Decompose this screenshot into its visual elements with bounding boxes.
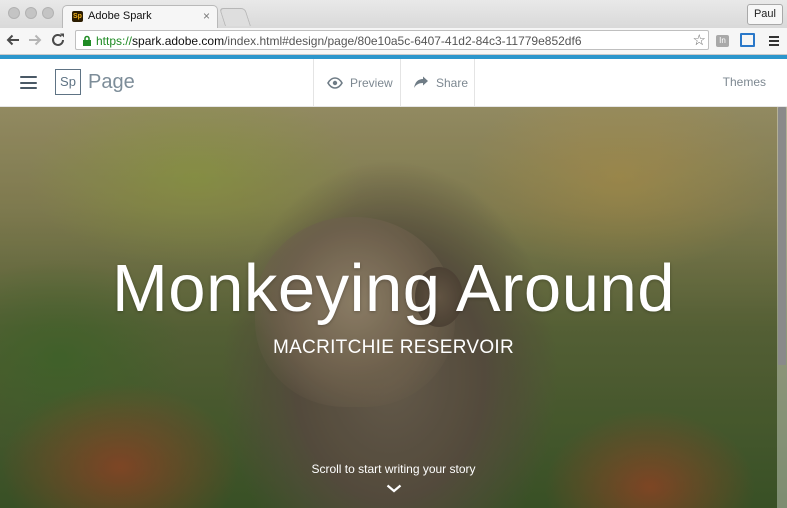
themes-button[interactable]: Themes	[723, 75, 766, 89]
divider	[474, 59, 475, 106]
browser-tab[interactable]: Sp Adobe Spark ×	[62, 5, 218, 28]
app-header: Sp Page Preview Share Themes	[0, 59, 787, 107]
preview-label: Preview	[350, 75, 393, 90]
url-scheme: https://	[96, 34, 133, 48]
bookmark-star-icon[interactable]: ☆	[693, 31, 706, 49]
scroll-hint: Scroll to start writing your story	[311, 462, 476, 476]
back-arrow-icon[interactable]	[4, 31, 22, 49]
scrollbar-thumb[interactable]	[778, 107, 786, 365]
browser-toolbar: https://spark.adobe.com/index.html#desig…	[0, 28, 787, 55]
chevron-down-icon[interactable]	[386, 484, 402, 493]
reload-icon[interactable]	[49, 31, 67, 49]
scrollbar[interactable]	[777, 107, 787, 508]
adobe-spark-favicon-icon: Sp	[72, 11, 83, 22]
share-arrow-icon	[414, 76, 428, 88]
hamburger-menu-icon[interactable]	[20, 76, 37, 89]
profile-button[interactable]: Paul	[746, 4, 783, 25]
divider	[400, 59, 401, 106]
hero-section[interactable]: Monkeying Around MACRITCHIE RESERVOIR Sc…	[0, 107, 787, 508]
divider	[313, 59, 314, 106]
cast-extension-icon[interactable]	[740, 33, 755, 47]
share-button[interactable]: Share	[413, 59, 468, 106]
product-name: Page	[88, 71, 135, 93]
eye-icon	[327, 76, 343, 89]
zoom-window-button[interactable]	[42, 7, 54, 19]
new-tab-button[interactable]	[219, 8, 251, 26]
page-subtitle[interactable]: MACRITCHIE RESERVOIR	[0, 337, 787, 359]
forward-arrow-icon[interactable]	[26, 31, 44, 49]
extension-in-icon[interactable]: In	[716, 35, 729, 47]
browser-menu-icon[interactable]	[768, 35, 780, 47]
secure-lock-icon	[83, 35, 91, 46]
url-text: https://spark.adobe.com/index.html#desig…	[96, 34, 582, 48]
tab-title: Adobe Spark	[88, 10, 152, 22]
close-tab-icon[interactable]: ×	[203, 9, 210, 23]
address-bar[interactable]: https://spark.adobe.com/index.html#desig…	[75, 30, 709, 50]
url-host: spark.adobe.com	[132, 34, 225, 48]
browser-tab-strip: Sp Adobe Spark × Paul	[0, 0, 787, 28]
page-title[interactable]: Monkeying Around	[0, 250, 787, 327]
spark-logo-icon: Sp	[55, 69, 81, 95]
close-window-button[interactable]	[8, 7, 20, 19]
share-label: Share	[436, 75, 469, 90]
minimize-window-button[interactable]	[25, 7, 37, 19]
preview-button[interactable]: Preview	[327, 59, 393, 106]
url-path: /index.html#design/page/80e10a5c-6407-41…	[224, 34, 582, 48]
